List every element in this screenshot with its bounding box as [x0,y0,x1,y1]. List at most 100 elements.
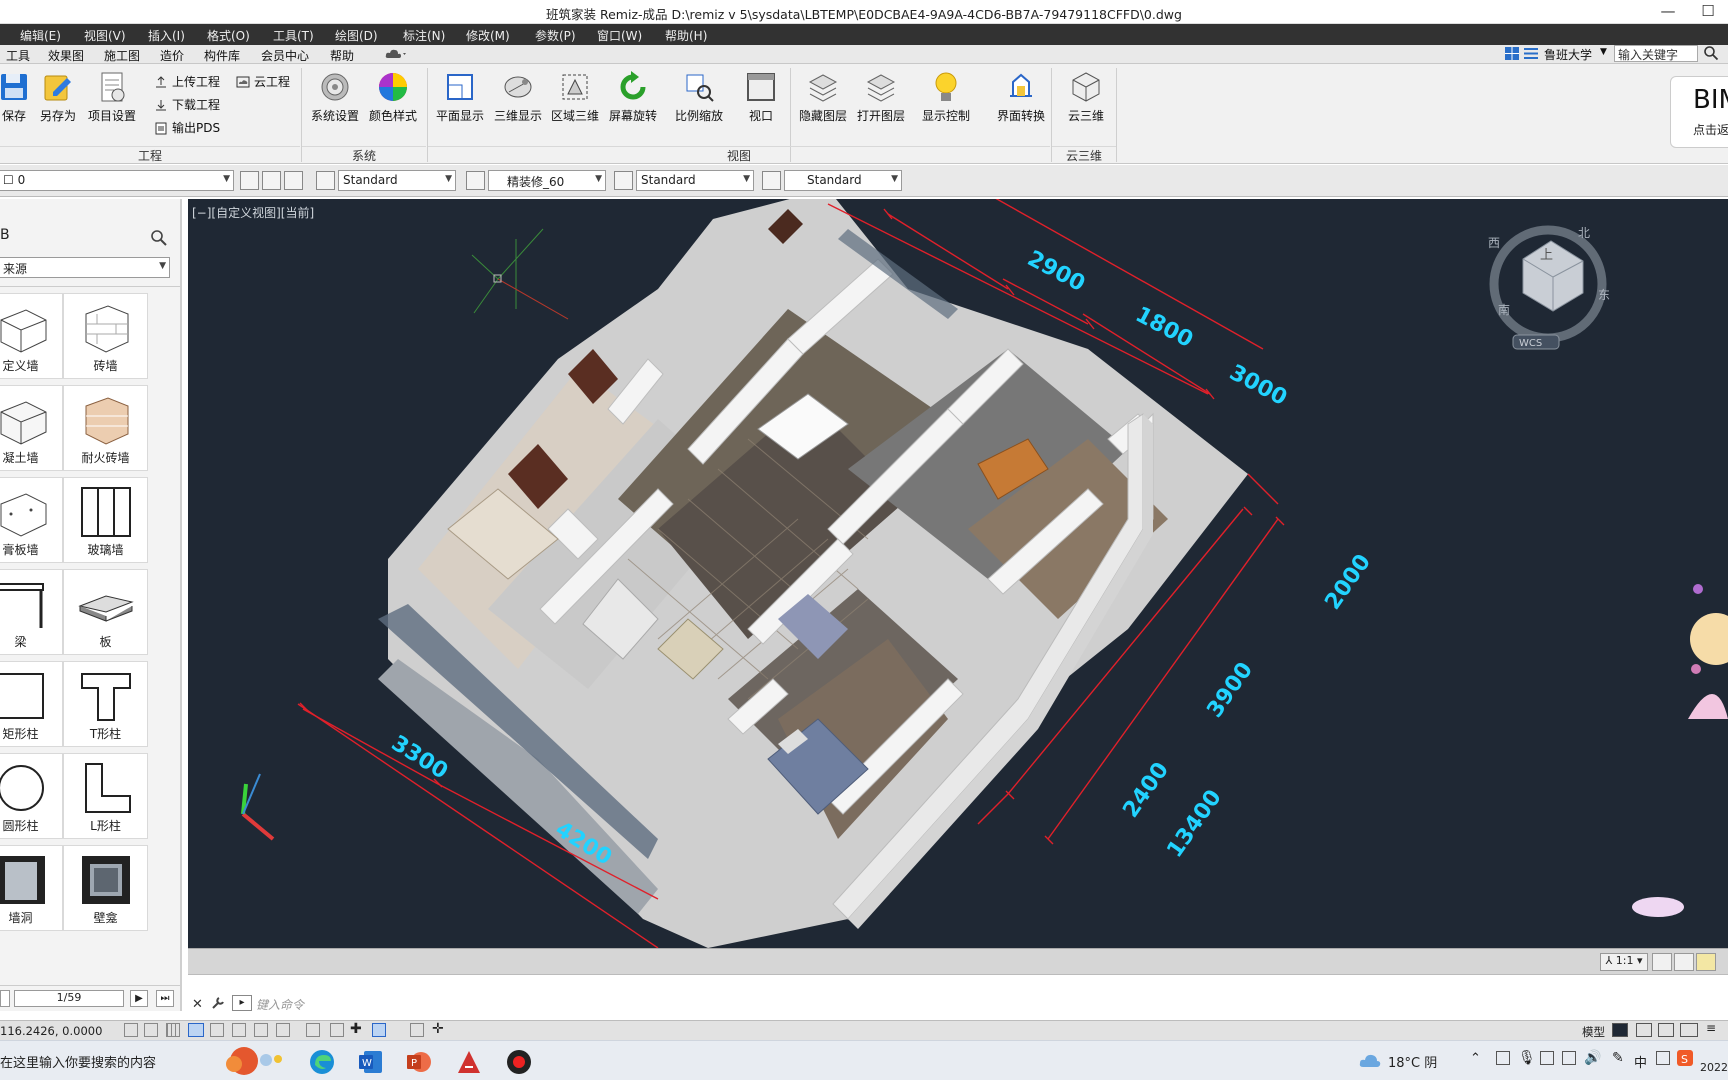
save-as-button[interactable]: 另存为 [30,68,86,132]
viewport-button[interactable]: 视口 [733,68,789,132]
tile-glass-wall[interactable]: 玻璃墙 [63,477,148,563]
plan-view-button[interactable]: 平面显示 [432,68,488,132]
crosshair-icon[interactable]: ✛ [432,1021,444,1037]
tab-component-library[interactable]: 构件库 [204,47,240,64]
layout1-icon[interactable] [1636,1023,1652,1037]
network-icon[interactable] [1562,1051,1576,1065]
pen-icon[interactable]: ✎ [1612,1050,1624,1066]
grid-view-icon[interactable] [1504,45,1540,65]
qp-icon[interactable] [306,1023,320,1037]
multileader-style-icon[interactable] [762,171,781,190]
tile-firebrick-wall[interactable]: 耐火砖墙 [63,385,148,471]
tile-concrete-wall[interactable]: 凝土墙 [0,385,63,471]
viewcube[interactable]: 上 北 西 南 东 WCS [1488,225,1610,350]
menu-dimension[interactable]: 标注(N) [403,27,445,44]
cloud-icon[interactable] [384,48,408,63]
osnap-icon[interactable] [210,1023,224,1037]
tab-renderings[interactable]: 效果图 [48,47,84,64]
snap-icon[interactable] [124,1023,138,1037]
volume-icon[interactable]: 🔊 [1584,1050,1601,1066]
menu-view[interactable]: 视图(V) [84,27,126,44]
autocad-icon[interactable] [456,1049,482,1078]
otrack-icon[interactable] [232,1023,246,1037]
text-style-icon[interactable] [316,171,335,190]
command-prompt-icon[interactable]: ▸ [232,995,252,1011]
cloud-3d-button[interactable]: 云三维 [1058,68,1114,132]
tile-niche[interactable]: 壁龛 [63,845,148,931]
tile-custom-wall[interactable]: 定义墙 [0,293,63,379]
prev-page-button[interactable] [0,990,10,1007]
search-icon[interactable] [1703,45,1719,64]
view-label[interactable]: [−][自定义视图][当前] [192,204,314,221]
layer-state-icon[interactable] [240,171,259,190]
tab-tools[interactable]: 工具 [6,47,30,64]
screen-rotate-button[interactable]: 屏幕旋转 [605,68,661,132]
model-space-label[interactable]: 模型 [1582,1024,1605,1040]
minimize-button[interactable]: — [1648,0,1688,24]
next-page-button[interactable]: ▶ [130,990,148,1007]
ortho-icon[interactable] [144,1023,158,1037]
tray-app-icon[interactable] [1496,1051,1510,1065]
three-d-view-button[interactable]: 三维显示 [490,68,546,132]
input-method-icon[interactable] [1656,1051,1670,1065]
table-style-select[interactable]: Standard ▼ [636,170,754,191]
menu-window[interactable]: 窗口(W) [597,27,642,44]
menu-insert[interactable]: 插入(I) [148,27,185,44]
layer-select[interactable]: ☐ 0 ▼ [0,170,234,191]
bim-banner[interactable]: BIM 点击返 [1670,76,1728,148]
drawing-viewport[interactable]: 2900 1800 3000 2000 3900 2400 13400 3300… [188,199,1728,948]
command-input[interactable]: 键入命令 [256,996,304,1013]
sogou-icon[interactable]: S [1676,1049,1694,1070]
layout2-icon[interactable] [1658,1023,1674,1037]
dyn-icon[interactable] [254,1023,268,1037]
search-icon[interactable] [150,229,168,250]
record-icon[interactable] [506,1049,532,1078]
grid-icon[interactable] [166,1023,180,1037]
workspace-icon[interactable] [1696,953,1716,971]
polar-icon[interactable] [188,1023,204,1037]
layer-manager-icon[interactable] [262,171,281,190]
fullscreen-icon[interactable] [1680,1023,1698,1037]
tile-t-column[interactable]: T形柱 [63,661,148,747]
ui-switch-button[interactable]: 界面转换 [993,68,1049,132]
source-select[interactable]: 来源 ▼ [0,257,170,278]
tile-l-column[interactable]: L形柱 [63,753,148,839]
menu-draw[interactable]: 绘图(D) [335,27,378,44]
system-settings-button[interactable]: 系统设置 [307,68,363,132]
multileader-style-select[interactable]: Standard ▼ [784,170,902,191]
tab-help[interactable]: 帮助 [330,47,354,64]
chevron-down-icon[interactable]: ▼ [1600,47,1607,57]
microphone-icon[interactable]: 🎙 [1518,1050,1536,1066]
tile-gypsum-wall[interactable]: 膏板墙 [0,477,63,563]
dim-style-select[interactable]: 精装修_60 ▼ [488,170,606,191]
menu-modify[interactable]: 修改(M) [466,27,510,44]
display-control-button[interactable]: 显示控制 [918,68,974,132]
text-style-select[interactable]: Standard ▼ [338,170,456,191]
tile-beam[interactable]: 梁 [0,569,63,655]
wrench-icon[interactable] [210,995,226,1014]
tile-round-column[interactable]: 圆形柱 [0,753,63,839]
plus-icon[interactable]: ✚ [350,1021,362,1037]
last-page-button[interactable]: ⏭ [156,990,174,1007]
model-tab-icon[interactable] [1612,1023,1628,1037]
tab-construction[interactable]: 施工图 [104,47,140,64]
word-icon[interactable]: W [358,1049,384,1078]
tile-rect-column[interactable]: 矩形柱 [0,661,63,747]
zoom-scale-button[interactable]: 比例缩放 [671,68,727,132]
user-name[interactable]: 鲁班大学 [1544,46,1606,62]
sc-icon[interactable] [330,1023,344,1037]
menu-params[interactable]: 参数(P) [535,27,576,44]
area-3d-button[interactable]: 区域三维 [547,68,603,132]
menu-edit[interactable]: 编辑(E) [20,27,61,44]
hide-layer-button[interactable]: 隐藏图层 [795,68,851,132]
download-project-button[interactable]: 下载工程 [154,96,220,116]
tile-brick-wall[interactable]: 砖墙 [63,293,148,379]
color-style-button[interactable]: 颜色样式 [365,68,421,132]
selection-cycling-icon[interactable] [372,1023,386,1037]
page-indicator[interactable]: 1/59 [14,990,124,1007]
dim-style-icon[interactable] [466,171,485,190]
tab-member-center[interactable]: 会员中心 [261,47,309,64]
powerpoint-icon[interactable]: P [406,1049,432,1078]
annotation-scale[interactable]: ⅄ 1:1 ▾ [1600,953,1648,971]
tray-display-icon[interactable] [1540,1051,1554,1065]
